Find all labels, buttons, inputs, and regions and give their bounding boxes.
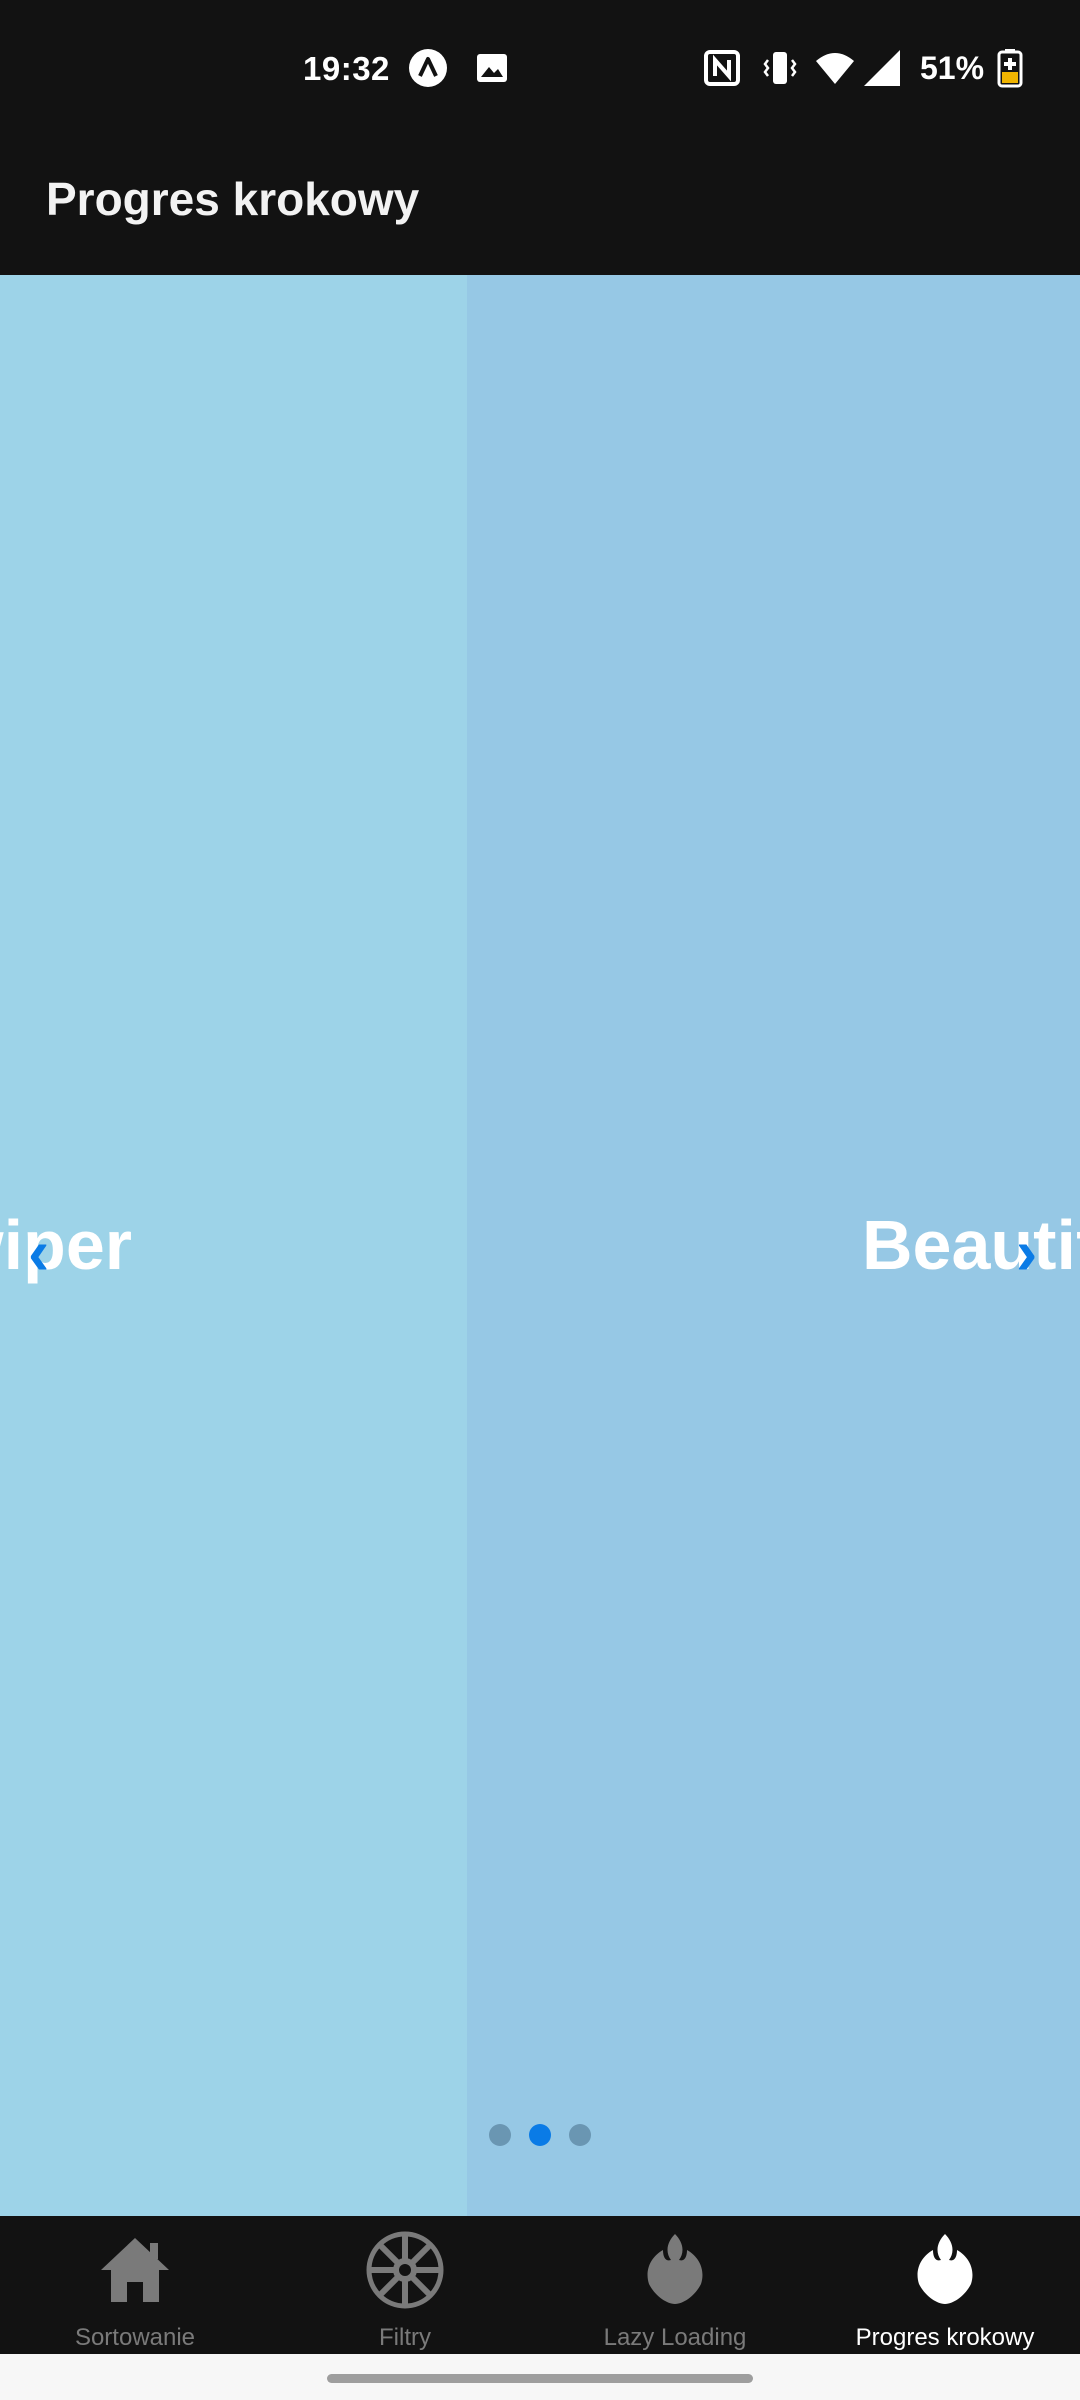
tab-label: Filtry	[379, 2324, 431, 2351]
image-icon	[477, 54, 507, 82]
slide-title-previous: Swiper	[0, 1206, 132, 1284]
pagination-dot-active[interactable]	[529, 2124, 551, 2146]
pagination-dot[interactable]	[569, 2124, 591, 2146]
carousel-pagination	[0, 2124, 1080, 2154]
page-title: Progres krokowy	[46, 173, 420, 225]
status-bar: 19:32 51%	[0, 0, 1080, 140]
battery-percent: 51%	[920, 50, 985, 86]
gesture-handle[interactable]	[327, 2374, 753, 2383]
galactic-empire-icon	[366, 2231, 444, 2309]
slide-title-current: Beautiful	[862, 1206, 1080, 1284]
tab-label: Progres krokowy	[855, 2324, 1035, 2351]
nfc-icon	[704, 50, 740, 86]
tab-label: Lazy Loading	[603, 2324, 747, 2351]
status-time: 19:32	[303, 50, 390, 87]
wifi-icon	[816, 53, 854, 84]
carousel-slide-previous[interactable]: Swiper	[0, 275, 467, 2216]
tab-filtry[interactable]: Filtry	[270, 2216, 540, 2354]
tab-progres-krokowy[interactable]: Progres krokowy	[810, 2216, 1080, 2354]
rebel-alliance-icon	[917, 2234, 973, 2304]
signal-icon	[864, 50, 900, 86]
bottom-tab-bar: Sortowanie Filtry Lazy Loading Progres k…	[0, 2216, 1080, 2354]
carousel-slide-current[interactable]: Beautiful	[467, 275, 1080, 2216]
tab-sortowanie[interactable]: Sortowanie	[0, 2216, 270, 2354]
tab-lazy-loading[interactable]: Lazy Loading	[540, 2216, 810, 2354]
home-icon	[101, 2238, 169, 2302]
tab-label: Sortowanie	[74, 2324, 196, 2351]
carousel[interactable]: Swiper Beautiful ‹ ›	[0, 275, 1080, 2216]
expo-icon	[409, 49, 447, 87]
carousel-prev-button[interactable]: ‹	[28, 1215, 49, 1289]
vibrate-icon	[763, 52, 797, 84]
carousel-next-button[interactable]: ›	[1016, 1215, 1037, 1289]
pagination-dot[interactable]	[489, 2124, 511, 2146]
gesture-nav-area	[0, 2354, 1080, 2400]
rebel-alliance-icon	[647, 2234, 703, 2304]
battery-charging-icon	[997, 49, 1023, 88]
